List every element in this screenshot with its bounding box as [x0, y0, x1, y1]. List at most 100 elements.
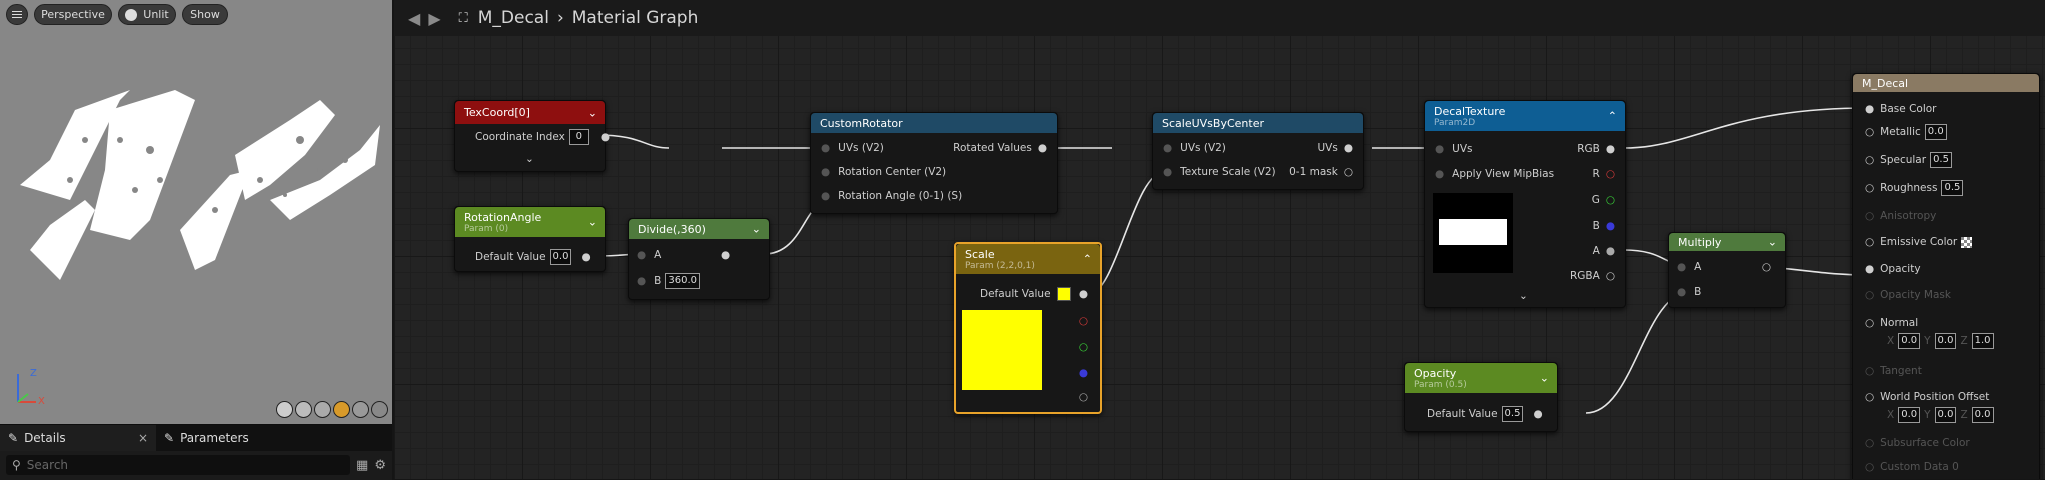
input-pin-icon[interactable]: ○: [1865, 391, 1874, 403]
input-pin-icon[interactable]: ○: [1865, 461, 1874, 473]
input-pin-icon[interactable]: ●: [1163, 166, 1172, 178]
default-value-field[interactable]: 0.0: [549, 249, 572, 265]
default-value-pin: Default Value 0.5 ●: [1427, 406, 1543, 422]
output-pin-icon[interactable]: ●: [1606, 143, 1615, 155]
input-pin-icon[interactable]: ●: [1677, 286, 1686, 298]
input-pin-icon[interactable]: ●: [821, 142, 830, 154]
color-swatch[interactable]: [1056, 287, 1071, 301]
table-view-icon[interactable]: ▦: [356, 458, 368, 473]
chevron-down-icon[interactable]: ⌄: [752, 223, 761, 236]
coordinate-index-field[interactable]: 0: [568, 129, 589, 145]
teapot-icon[interactable]: [371, 401, 388, 418]
output-pin-icon[interactable]: ●: [1533, 408, 1542, 420]
wpo-x-field[interactable]: 0.0: [1898, 407, 1921, 423]
input-pin-icon[interactable]: ●: [821, 190, 830, 202]
chevron-up-icon[interactable]: ⌃: [1083, 253, 1092, 266]
b-output-pin: B ●: [1592, 220, 1615, 232]
output-pin-icon[interactable]: ●: [1079, 287, 1088, 301]
input-pin-icon[interactable]: ●: [1677, 261, 1686, 273]
output-pin-icon[interactable]: ●: [721, 248, 730, 262]
output-pin-icon[interactable]: ○: [1344, 166, 1353, 178]
output-pin-icon[interactable]: ●: [581, 251, 590, 263]
scale-uvs-node[interactable]: ScaleUVsByCenter ● UVs (V2) UVs ● ● Text…: [1152, 112, 1364, 190]
asset-name[interactable]: M_Decal: [478, 8, 549, 28]
g-output-pin-icon[interactable]: ○: [1079, 340, 1088, 354]
checker-swatch-icon[interactable]: [1961, 236, 1973, 248]
chevron-down-icon[interactable]: ⌄: [588, 216, 597, 229]
b-value-field[interactable]: 360.0: [665, 273, 701, 289]
texture-preview-shape: [1439, 219, 1507, 245]
scale-param-node[interactable]: Scale Param (2,2,0,1) ⌃ Default Value ● …: [954, 242, 1102, 414]
input-pin-icon[interactable]: ○: [1865, 437, 1874, 449]
b-output-pin-icon[interactable]: ●: [1079, 366, 1088, 380]
mesh-icon[interactable]: [352, 401, 369, 418]
expand-chevron-icon[interactable]: ⌄: [525, 152, 534, 166]
input-pin-icon[interactable]: ○: [1865, 365, 1874, 377]
node-header: ScaleUVsByCenter: [1153, 113, 1363, 133]
input-pin-icon[interactable]: ○: [1865, 236, 1874, 248]
rotation-angle-node[interactable]: RotationAngle Param (0) ⌄ Default Value …: [454, 206, 606, 272]
preview-mesh-selector[interactable]: [276, 401, 388, 418]
a-output-pin-icon[interactable]: ○: [1079, 390, 1088, 404]
chevron-down-icon[interactable]: ⌄: [588, 106, 597, 119]
input-pin-icon[interactable]: ○: [1865, 317, 1874, 329]
material-result-node[interactable]: M_Decal ● Base Color ○ Metallic 0.0 ○ Specul…: [1852, 73, 2040, 479]
input-pin-icon[interactable]: ○: [1865, 210, 1874, 222]
output-pin-icon[interactable]: ●: [1038, 142, 1047, 154]
input-pin-icon[interactable]: ●: [637, 249, 646, 261]
roughness-field[interactable]: 0.5: [1941, 180, 1964, 196]
back-arrow-icon[interactable]: ◀: [408, 9, 420, 28]
input-pin-icon[interactable]: ●: [1163, 142, 1172, 154]
input-pin-icon[interactable]: ○: [1865, 154, 1874, 166]
expand-chevron-icon[interactable]: ⌄: [1519, 289, 1528, 303]
output-pin-icon[interactable]: ●: [1344, 142, 1353, 154]
divide-node[interactable]: Divide(,360) ⌄ ● A ● ● B 360.0: [628, 218, 770, 300]
metallic-field[interactable]: 0.0: [1924, 124, 1947, 140]
settings-gear-icon[interactable]: ⚙: [374, 458, 386, 473]
input-pin-icon[interactable]: ○: [1865, 289, 1874, 301]
input-pin-icon[interactable]: ●: [821, 166, 830, 178]
input-pin-icon[interactable]: ●: [1865, 103, 1874, 115]
chevron-down-icon[interactable]: ⌄: [1540, 372, 1549, 385]
input-pin-icon[interactable]: ●: [637, 275, 646, 287]
normal-x-field[interactable]: 0.0: [1898, 333, 1921, 349]
normal-z-field[interactable]: 1.0: [1971, 333, 1994, 349]
texcoord-node[interactable]: TexCoord[0] ⌄ Coordinate Index 0 ● ⌄: [454, 100, 610, 172]
output-pin-icon[interactable]: ●: [601, 131, 610, 143]
input-pin-icon[interactable]: ○: [1865, 182, 1874, 194]
multiply-node[interactable]: Multiply ⌄ ● A ○ ● B: [1668, 232, 1786, 308]
cube-icon[interactable]: [333, 401, 350, 418]
output-pin-icon[interactable]: ○: [1606, 168, 1615, 180]
preview-viewport[interactable]: Perspective Unlit Show Z X: [0, 0, 392, 424]
default-value-field[interactable]: 0.5: [1501, 406, 1524, 422]
decal-texture-node[interactable]: DecalTexture Param2D ⌃ ● UVs ● Apply Vie…: [1424, 100, 1626, 308]
chevron-up-icon[interactable]: ⌃: [1608, 110, 1617, 123]
tab-details[interactable]: ✎ Details ×: [0, 425, 156, 451]
input-pin-icon[interactable]: ○: [1865, 126, 1874, 138]
output-pin-icon[interactable]: ○: [1606, 194, 1615, 206]
forward-arrow-icon[interactable]: ▶: [428, 9, 440, 28]
input-pin-icon[interactable]: ●: [1435, 168, 1444, 180]
output-pin-icon[interactable]: ●: [1606, 245, 1615, 257]
normal-y-field[interactable]: 0.0: [1934, 333, 1957, 349]
search-input[interactable]: ⚲ Search: [6, 455, 351, 475]
output-pin-icon[interactable]: ○: [1606, 270, 1615, 282]
specular-field[interactable]: 0.5: [1930, 152, 1952, 168]
input-pin-icon[interactable]: ●: [1435, 143, 1444, 155]
output-pin-icon[interactable]: ●: [1606, 220, 1615, 232]
graph-name[interactable]: Material Graph: [572, 8, 699, 28]
wpo-y-field[interactable]: 0.0: [1934, 407, 1957, 423]
input-pin-icon[interactable]: ●: [1865, 263, 1874, 275]
cylinder-icon[interactable]: [276, 401, 293, 418]
opacity-param-node[interactable]: Opacity Param (0.5) ⌄ Default Value 0.5 …: [1404, 362, 1558, 432]
output-pin-icon[interactable]: ○: [1762, 260, 1771, 274]
plane-icon[interactable]: [314, 401, 331, 418]
material-graph[interactable]: ◀ ▶ ⛶ M_Decal › Material Graph TexCoord[…: [394, 0, 2045, 479]
r-output-pin-icon[interactable]: ○: [1079, 314, 1088, 328]
sphere-icon[interactable]: [295, 401, 312, 418]
tab-parameters[interactable]: ✎ Parameters: [156, 425, 257, 451]
close-tab-icon[interactable]: ×: [138, 431, 148, 445]
chevron-down-icon[interactable]: ⌄: [1768, 236, 1777, 249]
wpo-z-field[interactable]: 0.0: [1971, 407, 1994, 423]
custom-rotator-node[interactable]: CustomRotator ● UVs (V2) Rotated Values …: [810, 112, 1058, 214]
